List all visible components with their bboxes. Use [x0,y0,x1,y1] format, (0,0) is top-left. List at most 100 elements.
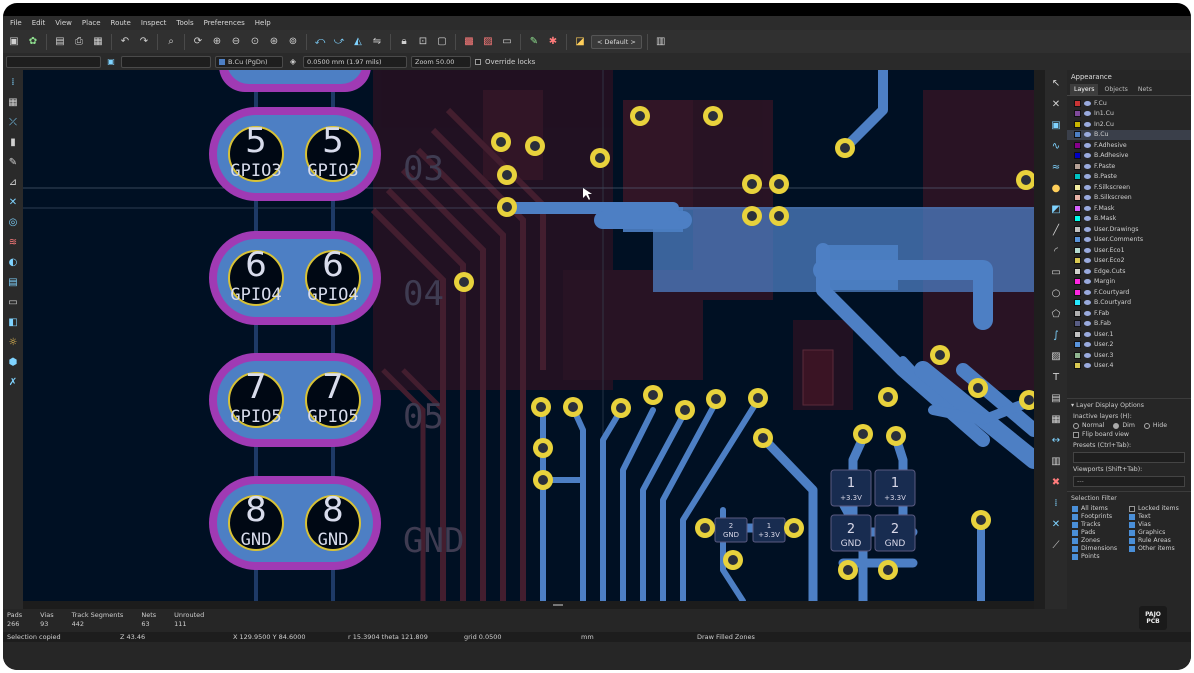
layer-row[interactable]: B.Silkscreen [1067,193,1191,204]
grid-origin-icon[interactable]: ⁞ [1047,494,1065,512]
menu-tools[interactable]: Tools [171,19,198,27]
scripting-console-icon[interactable]: ▥ [653,34,669,50]
layer-pair-select-icon[interactable]: ◈ [287,56,299,68]
group-icon[interactable]: ▢ [434,34,450,50]
ratsnest-icon[interactable]: ⤫ [5,114,22,131]
eye-icon[interactable] [1084,121,1091,127]
add-text-icon[interactable]: T [1047,368,1065,386]
units-icon[interactable]: ▮ [5,134,22,151]
auto-width-icon[interactable]: ▣ [105,56,117,68]
draw-arc-icon[interactable]: ◜ [1047,242,1065,260]
tab-objects[interactable]: Objects [1100,84,1131,95]
pcb-canvas[interactable]: 03 04 05 GND 1 +3.3V 1 +3.3V 2 GND 2 GND… [23,70,1034,601]
layer-row[interactable]: User.2 [1067,340,1191,351]
measure-tool-icon[interactable]: ⟋ [1047,536,1065,554]
layer-color-swatch[interactable] [1074,320,1081,328]
board-setup-icon[interactable]: ✿ [25,34,41,50]
menu-route[interactable]: Route [106,19,136,27]
menu-place[interactable]: Place [77,19,106,27]
layer-row[interactable]: B.Mask [1067,214,1191,225]
layer-row[interactable]: User.Drawings [1067,224,1191,235]
eye-icon[interactable] [1084,100,1091,106]
track-display-icon[interactable]: ≋ [5,234,22,251]
redo-icon[interactable]: ↷ [136,34,152,50]
eye-icon[interactable] [1084,300,1091,306]
eye-icon[interactable] [1084,142,1091,148]
rotate-cw-icon[interactable]: ⤻ [331,34,347,50]
menu-help[interactable]: Help [250,19,276,27]
header-pad-pair[interactable]: 8GND8GND [209,476,381,570]
eye-icon[interactable] [1084,163,1091,169]
eye-icon[interactable] [1084,205,1091,211]
eye-icon[interactable] [1084,310,1091,316]
menu-file[interactable]: File [5,19,27,27]
plot-icon[interactable]: ▦ [90,34,106,50]
high-contrast-icon[interactable]: ◧ [5,314,22,331]
zoom-out-icon[interactable]: ⊖ [228,34,244,50]
add-barcode-icon[interactable]: ▥ [1047,452,1065,470]
layer-color-swatch[interactable] [1074,341,1081,349]
layer-row[interactable]: F.Paste [1067,161,1191,172]
scripting-icon[interactable]: ✎ [526,34,542,50]
delete-icon[interactable]: ✖ [1047,473,1065,491]
layer-color-swatch[interactable] [1074,141,1081,149]
netlist-icon[interactable]: ▩ [461,34,477,50]
grid-dropdown[interactable]: 0.0500 mm (1.97 mils) [303,55,407,68]
layer-row[interactable]: User.1 [1067,329,1191,340]
layer-row[interactable]: In2.Cu [1067,119,1191,130]
eye-icon[interactable] [1084,216,1091,222]
eye-icon[interactable] [1084,247,1091,253]
flip-board-checkbox[interactable] [1073,431,1079,438]
preset-selector[interactable]: < Default > [591,34,642,49]
layer-row[interactable]: B.Courtyard [1067,298,1191,309]
layer-color-swatch[interactable] [1074,246,1081,254]
draw-rect-icon[interactable]: ▭ [1047,263,1065,281]
add-dimension-icon[interactable]: ↔ [1047,431,1065,449]
mirror-icon[interactable]: ◭ [350,34,366,50]
layer-color-swatch[interactable] [1074,152,1081,160]
layer-color-swatch[interactable] [1074,173,1081,181]
route-diff-pair-icon[interactable]: ≈ [1047,158,1065,176]
eye-icon[interactable] [1084,352,1091,358]
layer-row[interactable]: F.Mask [1067,203,1191,214]
header-pad-pair[interactable]: 5GPIO35GPIO3 [209,107,381,201]
zoom-fit-icon[interactable]: ⊙ [247,34,263,50]
menu-edit[interactable]: Edit [27,19,51,27]
add-zone-icon[interactable]: ◩ [1047,200,1065,218]
drill-origin-icon[interactable]: ✕ [1047,515,1065,533]
eye-icon[interactable] [1084,132,1091,138]
radio-hide[interactable] [1143,422,1150,429]
find-icon[interactable]: ⌕ [163,34,179,50]
filter-checkbox[interactable] [1129,545,1135,552]
layer-color-swatch[interactable] [1074,351,1081,359]
layer-pair-icon[interactable]: ◪ [572,34,588,50]
menu-inspect[interactable]: Inspect [136,19,172,27]
layer-color-swatch[interactable] [1074,225,1081,233]
eye-icon[interactable] [1084,331,1091,337]
flip-icon[interactable]: ⇋ [369,34,385,50]
drc-icon[interactable]: ▭ [499,34,515,50]
layer-row[interactable]: User.3 [1067,350,1191,361]
layer-row[interactable]: B.Adhesive [1067,151,1191,162]
cursor-icon[interactable]: ✎ [5,154,22,171]
filter-checkbox[interactable] [1072,545,1078,552]
layer-color-swatch[interactable] [1074,99,1081,107]
tab-layers[interactable]: Layers [1070,84,1099,95]
route-track-icon[interactable]: ∿ [1047,137,1065,155]
filter-checkbox[interactable] [1072,553,1078,560]
ungroup-icon[interactable]: ✱ [545,34,561,50]
panel-splitter[interactable] [1034,70,1045,610]
zone-outline-icon[interactable]: ▭ [5,294,22,311]
layer-row[interactable]: User.Eco1 [1067,245,1191,256]
layer-color-swatch[interactable] [1074,257,1081,265]
layer-row[interactable]: B.Fab [1067,319,1191,330]
draw-circle-icon[interactable]: ○ [1047,284,1065,302]
scrollbar-thumb[interactable] [553,604,563,606]
layer-row[interactable]: B.Cu [1067,129,1191,140]
layer-row[interactable]: Margin [1067,277,1191,288]
layer-color-swatch[interactable] [1074,162,1081,170]
filter-checkbox[interactable] [1072,513,1078,520]
eye-icon[interactable] [1084,289,1091,295]
presets-dropdown[interactable] [1073,452,1185,463]
eye-icon[interactable] [1084,363,1091,369]
